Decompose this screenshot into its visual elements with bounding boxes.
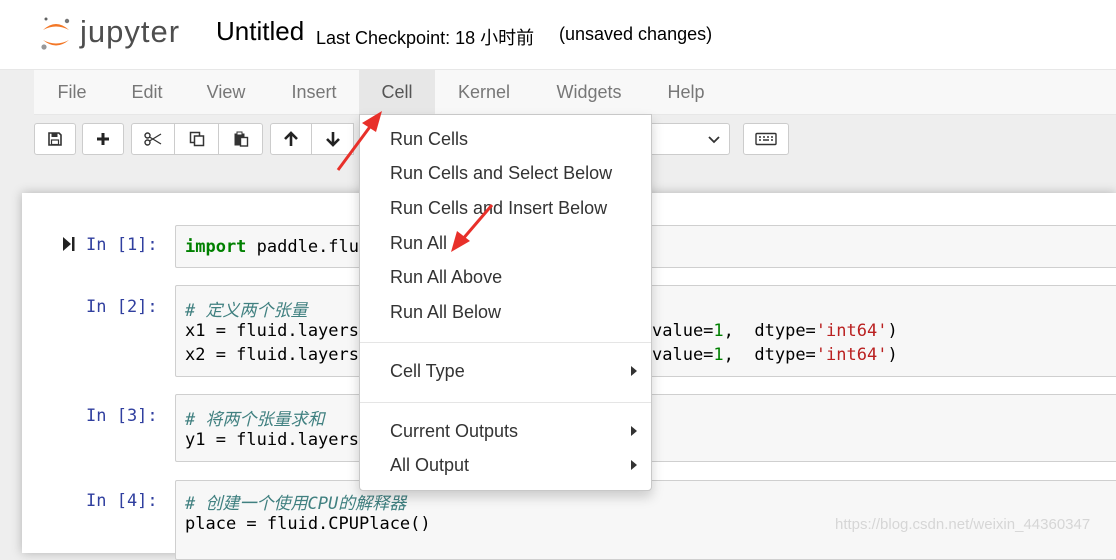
code-text: paddle.flu (246, 237, 360, 257)
logo-wordmark: jupyter (80, 14, 181, 49)
code-comment: # 将两个张量求和 (185, 410, 325, 430)
cell-prompt: In [2]: (86, 297, 158, 317)
scissors-icon (144, 132, 162, 146)
caret-right-icon (631, 426, 637, 436)
code-number: 1 (713, 321, 724, 341)
code-line: x2 = fluid.layers. (185, 345, 370, 365)
menu-help[interactable]: Help (645, 70, 727, 114)
code-line-tail: value=1, dtype='int64') (652, 345, 898, 365)
paste-icon (234, 131, 248, 147)
chevron-down-icon (708, 136, 720, 144)
menu-file[interactable]: File (34, 70, 110, 114)
command-palette-button[interactable] (743, 123, 789, 155)
copy-button[interactable] (175, 123, 219, 155)
menu-item-run-cells-insert-below[interactable]: Run Cells and Insert Below (390, 198, 607, 219)
code-line: place = fluid.CPUPlace() (185, 514, 431, 534)
watermark: https://blog.csdn.net/weixin_44360347 (835, 516, 1091, 533)
caret-right-icon (631, 366, 637, 376)
run-cell-icon[interactable] (62, 236, 76, 252)
menu-edit[interactable]: Edit (110, 70, 184, 114)
code-text: value= (652, 345, 714, 365)
code-line: y1 = fluid.layers. (185, 430, 370, 450)
code-comment: # 创建一个使用CPU的解释器 (185, 494, 407, 514)
code-keyword: import (185, 237, 247, 257)
menu-item-cell-type[interactable]: Cell Type (390, 361, 465, 382)
code-string: 'int64' (815, 345, 888, 365)
arrow-up-icon (284, 131, 298, 146)
cell-prompt: In [1]: (86, 235, 158, 255)
unsaved-status: (unsaved changes) (559, 24, 713, 44)
paste-button[interactable] (219, 123, 263, 155)
menubar: File Edit View Insert Cell Kernel Widget… (34, 70, 1116, 115)
save-button[interactable] (34, 123, 76, 155)
code-text: ) (887, 345, 898, 365)
insert-cell-button[interactable] (82, 123, 124, 155)
cut-button[interactable] (131, 123, 175, 155)
code-number: 1 (713, 345, 724, 365)
header: jupyter Untitled Last Checkpoint: 18 小时前… (0, 0, 1116, 70)
code-text: ) (887, 321, 898, 341)
jupyter-logo[interactable]: jupyter (38, 12, 198, 56)
menu-divider (360, 402, 651, 403)
arrow-down-icon (325, 132, 340, 147)
keyboard-icon (755, 132, 777, 146)
jupyter-logo-icon (41, 17, 70, 50)
cell-dropdown-menu: Run Cells Run Cells and Select Below Run… (359, 114, 652, 491)
menu-item-run-cells[interactable]: Run Cells (390, 129, 468, 150)
notebook-title[interactable]: Untitled (216, 16, 304, 47)
code-line: x1 = fluid.layers. (185, 321, 370, 341)
menu-item-run-cells-select-below[interactable]: Run Cells and Select Below (390, 163, 612, 184)
menu-insert[interactable]: Insert (268, 70, 360, 114)
save-icon (48, 132, 62, 146)
menu-item-run-all-above[interactable]: Run All Above (390, 267, 502, 288)
cell-prompt: In [4]: (86, 491, 158, 511)
cell-prompt: In [3]: (86, 406, 158, 426)
code-line-tail: value=1, dtype='int64') (652, 321, 898, 341)
code-text: , dtype= (723, 321, 816, 341)
menu-item-current-outputs[interactable]: Current Outputs (390, 421, 518, 442)
code-text: , dtype= (723, 345, 816, 365)
menu-view[interactable]: View (184, 70, 268, 114)
move-up-button[interactable] (270, 123, 312, 155)
move-down-button[interactable] (312, 123, 354, 155)
menu-cell[interactable]: Cell (359, 70, 435, 114)
menu-divider (360, 342, 651, 343)
copy-icon (189, 131, 204, 147)
checkpoint-status: Last Checkpoint: 18 小时前 (316, 28, 535, 48)
menu-item-run-all-below[interactable]: Run All Below (390, 302, 501, 323)
code-text: value= (652, 321, 714, 341)
code-string: 'int64' (815, 321, 888, 341)
caret-right-icon (631, 460, 637, 470)
menu-widgets[interactable]: Widgets (533, 70, 645, 114)
code-comment: # 定义两个张量 (185, 301, 308, 321)
plus-icon (97, 133, 109, 145)
menu-item-run-all[interactable]: Run All (390, 233, 447, 254)
menu-item-all-output[interactable]: All Output (390, 455, 469, 476)
code-line: import paddle.flu (185, 237, 359, 257)
menu-kernel[interactable]: Kernel (435, 70, 533, 114)
